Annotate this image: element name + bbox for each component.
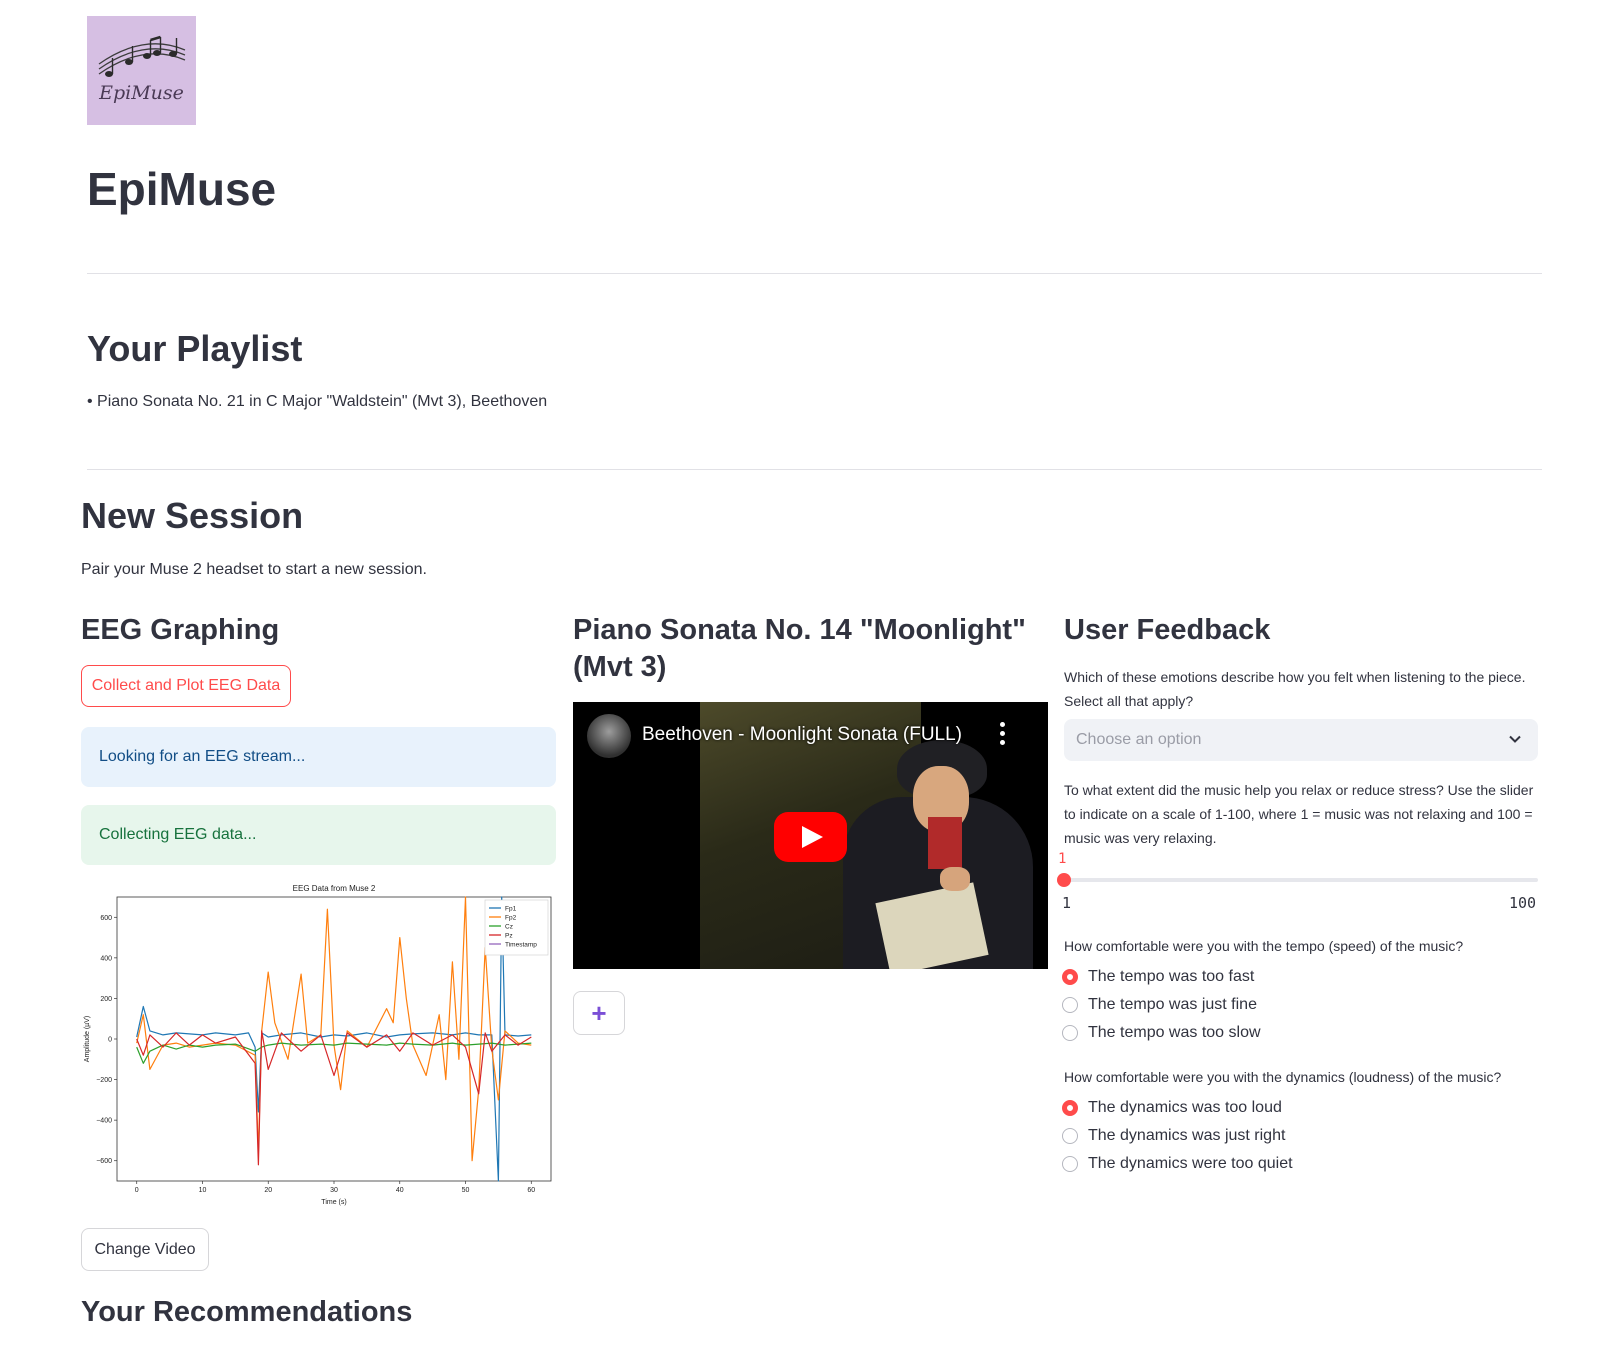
dynamics-question: How comfortable were you with the dynami…	[1064, 1069, 1502, 1085]
legend-entry: Fp2	[505, 915, 517, 922]
tempo-option-label: The tempo was just fine	[1088, 996, 1257, 1013]
app-logo: EpiMuse	[87, 16, 196, 125]
x-axis-label: Time (s)	[321, 1199, 346, 1206]
legend-entry: Pz	[505, 933, 513, 940]
playlist-item: • Piano Sonata No. 21 in C Major "Waldst…	[87, 393, 548, 410]
radio-selected[interactable]	[1062, 1100, 1078, 1116]
radio-selected[interactable]	[1062, 969, 1078, 985]
divider	[87, 273, 1542, 274]
y-tick-label: 600	[100, 915, 112, 922]
dynamics-option[interactable]: The dynamics were too quiet	[1062, 1153, 1293, 1175]
legend-entry: Fp1	[505, 906, 517, 913]
x-tick-label: 40	[396, 1187, 404, 1194]
slider-min-label: 1	[1062, 894, 1072, 912]
info-alert: Looking for an EEG stream...	[81, 727, 556, 787]
radio-unselected[interactable]	[1062, 997, 1078, 1013]
y-tick-label: 400	[100, 955, 112, 962]
relax-question: To what extent did the music help you re…	[1064, 782, 1534, 846]
relax-slider-track[interactable]	[1064, 878, 1538, 882]
x-tick-label: 10	[199, 1187, 207, 1194]
app-title: EpiMuse	[87, 163, 277, 215]
slider-value: 1	[1058, 851, 1067, 867]
radio-unselected[interactable]	[1062, 1156, 1078, 1172]
dynamics-option[interactable]: The dynamics was just right	[1062, 1125, 1285, 1147]
channel-avatar[interactable]	[587, 714, 631, 758]
eeg-chart: EEG Data from Muse 2 0 10 20 30 40 50 60 −600 −4…	[84, 884, 552, 1206]
divider	[87, 469, 1542, 470]
feedback-heading: User Feedback	[1064, 614, 1271, 646]
relax-slider-thumb[interactable]	[1057, 873, 1071, 887]
tempo-option[interactable]: The tempo was too fast	[1062, 966, 1254, 988]
dynamics-option-label: The dynamics was too loud	[1088, 1099, 1282, 1116]
collect-eeg-button[interactable]: Collect and Plot EEG Data	[81, 665, 291, 707]
recommendations-heading: Your Recommendations	[81, 1296, 413, 1328]
session-subtitle: Pair your Muse 2 headset to start a new …	[81, 561, 427, 578]
x-tick-label: 60	[527, 1187, 535, 1194]
video-title[interactable]: Beethoven - Moonlight Sonata (FULL)	[642, 724, 962, 746]
select-placeholder: Choose an option	[1076, 731, 1202, 748]
emotions-multiselect[interactable]: Choose an option	[1064, 719, 1538, 761]
y-tick-label: −600	[96, 1158, 112, 1165]
tempo-option[interactable]: The tempo was too slow	[1062, 1022, 1261, 1044]
new-session-heading: New Session	[81, 495, 304, 536]
x-tick-label: 50	[462, 1187, 470, 1194]
success-alert: Collecting EEG data...	[81, 805, 556, 865]
y-tick-label: 0	[108, 1037, 112, 1044]
x-tick-label: 30	[330, 1187, 338, 1194]
dynamics-option-label: The dynamics was just right	[1088, 1127, 1286, 1144]
logo-text: EpiMuse	[99, 82, 184, 104]
more-options-icon[interactable]	[1000, 722, 1008, 749]
legend-entry: Timestamp	[505, 942, 537, 949]
chevron-down-icon	[1509, 735, 1521, 743]
dynamics-option[interactable]: The dynamics was too loud	[1062, 1097, 1282, 1119]
music-notes-icon	[98, 35, 186, 77]
radio-unselected[interactable]	[1062, 1128, 1078, 1144]
change-video-button[interactable]: Change Video	[81, 1228, 209, 1271]
video-heading: Piano Sonata No. 14 "Moonlight" (Mvt 3)	[573, 614, 1026, 683]
legend-entry: Cz	[505, 924, 513, 931]
dynamics-option-label: The dynamics were too quiet	[1088, 1155, 1293, 1172]
y-axis-label: Amplitude (µV)	[84, 1016, 91, 1062]
radio-unselected[interactable]	[1062, 1025, 1078, 1041]
tempo-option[interactable]: The tempo was just fine	[1062, 994, 1257, 1016]
tempo-option-label: The tempo was too slow	[1088, 1024, 1261, 1041]
eeg-heading: EEG Graphing	[81, 614, 280, 646]
x-tick-label: 0	[135, 1187, 139, 1194]
x-tick-label: 20	[264, 1187, 272, 1194]
play-icon[interactable]	[774, 812, 847, 862]
y-tick-label: −200	[96, 1077, 112, 1084]
y-tick-label: 200	[100, 996, 112, 1003]
chart-title: EEG Data from Muse 2	[293, 884, 376, 893]
tempo-option-label: The tempo was too fast	[1088, 968, 1255, 985]
y-tick-label: −400	[96, 1118, 112, 1125]
youtube-player[interactable]: Beethoven - Moonlight Sonata (FULL)	[573, 702, 1048, 969]
playlist-heading: Your Playlist	[87, 328, 303, 369]
slider-max-label: 100	[1509, 894, 1537, 912]
add-button[interactable]: +	[573, 991, 625, 1035]
tempo-question: How comfortable were you with the tempo …	[1064, 938, 1464, 954]
emotions-question: Which of these emotions describe how you…	[1064, 669, 1526, 709]
